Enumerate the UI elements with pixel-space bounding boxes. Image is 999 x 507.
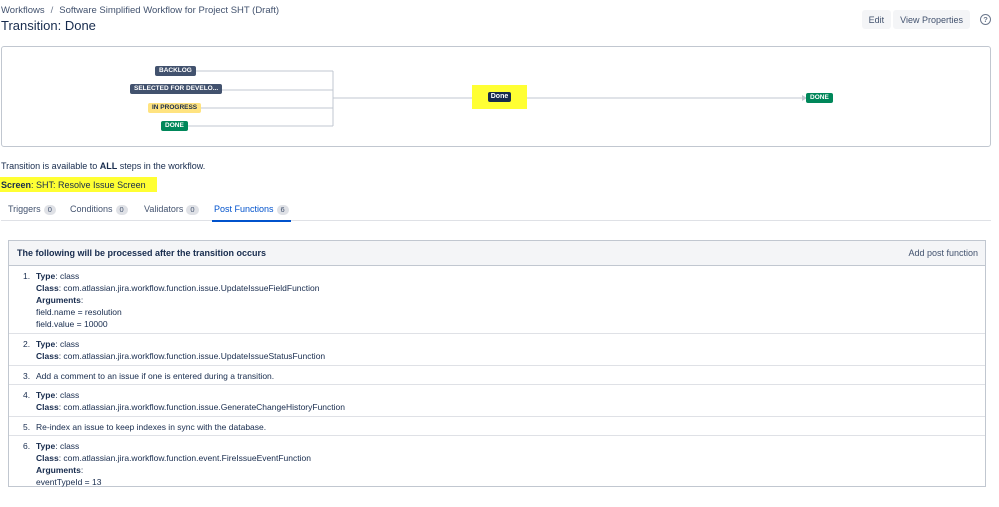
arguments-line: Arguments:	[36, 295, 84, 305]
argument-value: field.value = 10000	[36, 319, 108, 329]
class-line: Class: com.atlassian.jira.workflow.funct…	[36, 402, 345, 412]
tab-triggers[interactable]: Triggers 0	[6, 204, 58, 221]
breadcrumb-separator: /	[50, 5, 54, 16]
view-properties-button[interactable]: View Properties	[893, 10, 970, 29]
page-title: Transition: Done	[1, 18, 96, 33]
argument-value: eventTypeId = 13	[36, 477, 102, 487]
tab-count-badge: 6	[276, 205, 289, 215]
post-function-item-2: 2. Type: class Class: com.atlassian.jira…	[9, 334, 985, 366]
status-backlog[interactable]: BACKLOG	[155, 66, 196, 76]
post-function-item-6: 6. Type: class Class: com.atlassian.jira…	[9, 436, 985, 491]
breadcrumb-current: Software Simplified Workflow for Project…	[59, 5, 280, 16]
tab-post-functions[interactable]: Post Functions 6	[212, 204, 291, 222]
availability-suffix: steps in the workflow.	[117, 161, 206, 171]
workflow-diagram: BACKLOG SELECTED FOR DEVELO... IN PROGRE…	[1, 46, 991, 147]
post-function-item-4: 4. Type: class Class: com.atlassian.jira…	[9, 385, 985, 417]
help-icon[interactable]: ?	[980, 14, 991, 25]
panel-title: The following will be processed after th…	[17, 248, 267, 258]
transition-highlight[interactable]: Done	[472, 85, 527, 109]
availability-text: Transition is available to ALL steps in …	[1, 161, 205, 171]
edit-button[interactable]: Edit	[861, 10, 892, 29]
tab-label: Triggers	[8, 204, 41, 214]
status-done[interactable]: DONE	[161, 121, 188, 131]
item-number: 4.	[23, 390, 31, 400]
screen-value[interactable]: : SHT: Resolve Issue Screen	[31, 180, 146, 190]
argument-value: field.name = resolution	[36, 307, 122, 317]
availability-prefix: Transition is available to	[1, 161, 100, 171]
class-line: Class: com.atlassian.jira.workflow.funct…	[36, 283, 320, 293]
item-number: 2.	[23, 339, 31, 349]
item-number: 1.	[23, 271, 31, 281]
post-function-item-3: 3. Add a comment to an issue if one is e…	[9, 366, 985, 385]
panel-header: The following will be processed after th…	[9, 241, 985, 266]
item-number: 5.	[23, 422, 31, 432]
tab-count-badge: 0	[186, 205, 199, 215]
tab-validators[interactable]: Validators 0	[142, 204, 201, 221]
item-number: 6.	[23, 441, 31, 451]
post-functions-panel: The following will be processed after th…	[8, 240, 986, 487]
type-line: Type: class	[36, 390, 80, 400]
breadcrumb: Workflows / Software Simplified Workflow f…	[1, 5, 279, 16]
tab-count-badge: 0	[43, 205, 56, 215]
type-line: Type: class	[36, 441, 80, 451]
screen-label: Screen	[1, 180, 32, 190]
item-number: 3.	[23, 371, 31, 381]
tab-bar: Triggers 0 Conditions 0 Validators 0 Pos…	[1, 204, 991, 222]
type-line: Type: class	[36, 271, 80, 281]
tab-label: Conditions	[70, 204, 113, 214]
item-text: Add a comment to an issue if one is ente…	[36, 371, 275, 381]
availability-emphasis: ALL	[99, 161, 118, 171]
item-text: Re-index an issue to keep indexes in syn…	[36, 422, 267, 432]
tab-count-badge: 0	[115, 205, 128, 215]
arguments-line: Arguments:	[36, 465, 84, 475]
type-line: Type: class	[36, 339, 80, 349]
tab-conditions[interactable]: Conditions 0	[68, 204, 130, 221]
tab-label: Validators	[144, 204, 184, 214]
breadcrumb-workflows-link[interactable]: Workflows	[1, 5, 45, 16]
class-line: Class: com.atlassian.jira.workflow.funct…	[36, 351, 326, 361]
target-status-done[interactable]: DONE	[806, 93, 833, 103]
top-actions: Edit View Properties ?	[861, 10, 991, 29]
post-function-item-1: 1. Type: class Class: com.atlassian.jira…	[9, 266, 985, 334]
status-in-progress[interactable]: IN PROGRESS	[148, 103, 202, 113]
class-line: Class: com.atlassian.jira.workflow.funct…	[36, 453, 311, 463]
add-post-function-link[interactable]: Add post function	[908, 248, 978, 258]
transition-label: Done	[487, 92, 512, 102]
screen-info: Screen: SHT: Resolve Issue Screen	[0, 177, 157, 192]
tab-label: Post Functions	[214, 204, 274, 214]
status-selected-for-development[interactable]: SELECTED FOR DEVELO...	[130, 84, 223, 94]
post-function-item-5: 5. Re-index an issue to keep indexes in …	[9, 417, 985, 436]
